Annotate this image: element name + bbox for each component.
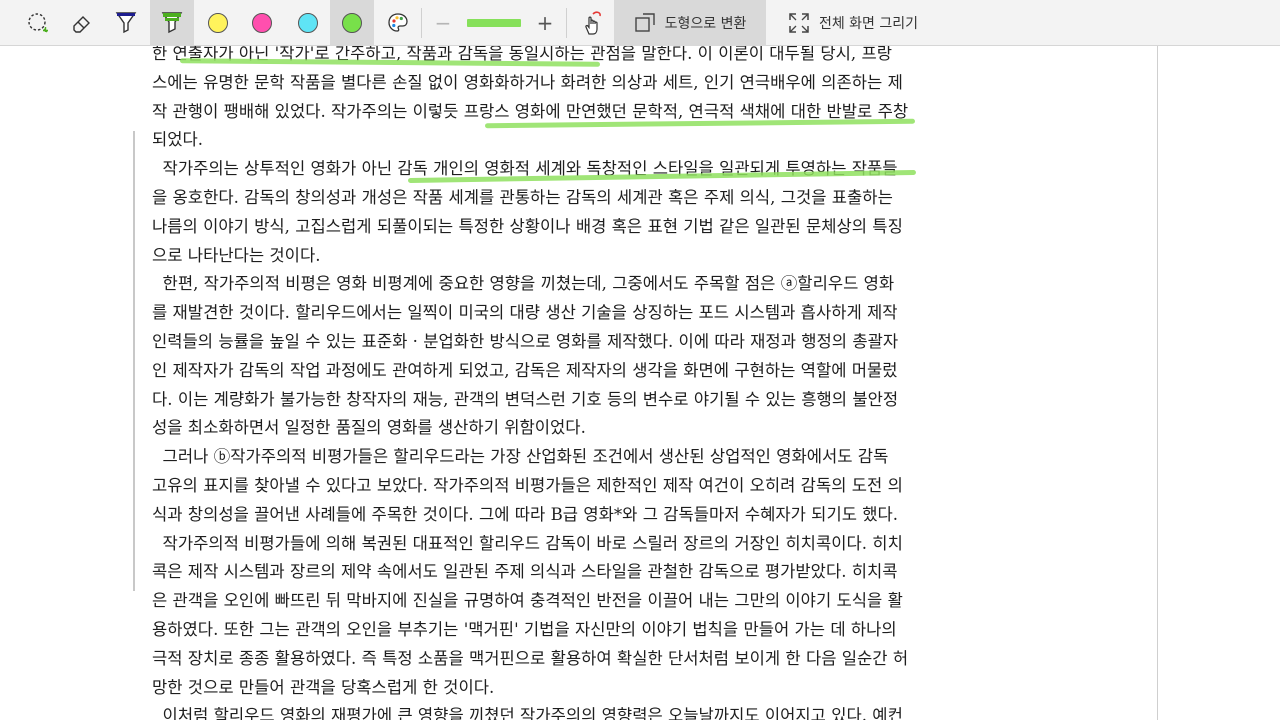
text-line: 식과 창의성을 끌어낸 사례들에 주목한 것이다. 그에 따라 B급 영화*와 … [152, 504, 899, 524]
convert-to-shape-button[interactable]: 도형으로 변환 [614, 0, 766, 46]
text-line: 으로 나타난다는 것이다. [152, 245, 321, 265]
drawing-toolbar: − + 도형으로 변환 전체 화면 그리기 [0, 0, 1280, 46]
thickness-increase-button[interactable]: + [530, 0, 560, 46]
swatch-cyan[interactable] [286, 0, 330, 46]
text-line: 용하였다. 또한 그는 관객의 오인을 부추기는 '맥거핀' 기법을 자신만의 … [152, 620, 897, 639]
scan-margin-line [133, 131, 135, 591]
text-line: 다. 이는 계량화가 불가능한 창작자의 재능, 관객의 변덕스런 기호 등의 … [152, 389, 899, 409]
text-line: 콕은 제작 시스템과 장르의 제약 속에서도 일관된 주제 의식과 스타일을 관… [152, 562, 898, 582]
text-line: 를 재발견한 것이다. 할리우드에서는 일찍이 미국의 대량 생산 기술을 상징… [152, 303, 898, 323]
convert-to-shape-label: 도형으로 변환 [664, 16, 747, 32]
eraser-icon [73, 16, 90, 33]
plus-icon: + [536, 11, 554, 35]
shapes-icon [634, 13, 655, 32]
touch-draw-icon [585, 11, 601, 35]
text-line: 한편, 작가주의적 비평은 영화 비평계에 중요한 영향을 끼쳤는데, 그중에서… [152, 274, 895, 294]
text-line: 극적 장치로 종종 활용하였다. 즉 특정 소품을 맥거핀으로 활용하여 확실한… [152, 648, 909, 668]
pen-icon [115, 12, 137, 34]
fullscreen-draw-button[interactable]: 전체 화면 그리기 [768, 0, 938, 46]
toolbar-separator [566, 8, 567, 38]
text-line: 나름의 이야기 방식, 고집스럽게 되풀이되는 특정한 상황이나 배경 혹은 표… [152, 216, 903, 236]
pen-button[interactable] [104, 0, 148, 46]
fullscreen-draw-label: 전체 화면 그리기 [818, 16, 919, 32]
text-line: 작가주의적 비평가들에 의해 복권된 대표적인 할리우드 감독이 바로 스릴러 … [152, 533, 903, 553]
highlighter-button[interactable] [150, 0, 194, 46]
text-line: 을 옹호한다. 감독의 창의성과 개성은 작품 세계를 관통하는 감독의 세계관… [152, 188, 893, 207]
text-line: 인력들의 능률을 높일 수 있는 표준화 · 분업화한 방식으로 영화를 제작했… [152, 332, 899, 351]
swatch-green[interactable] [330, 0, 374, 46]
toolbar-separator [421, 8, 422, 38]
document-canvas[interactable]: 한 연출자가 아닌 '작가'로 간주하고, 작품과 감독을 동일시하는 관점을 … [0, 46, 1280, 720]
touch-draw-button[interactable] [572, 0, 612, 46]
swatch-yellow[interactable] [196, 0, 240, 46]
eraser-button[interactable] [60, 0, 104, 46]
yellow-swatch-icon [208, 13, 228, 33]
swatch-pink[interactable] [240, 0, 284, 46]
palette-icon [388, 13, 408, 32]
lasso-select-button[interactable] [16, 0, 60, 46]
thickness-decrease-button[interactable]: − [428, 0, 458, 46]
color-palette-button[interactable] [376, 0, 420, 46]
text-line: 되었다. [152, 130, 204, 150]
text-line: 스에는 유명한 문학 작품을 별다른 손질 없이 영화화하거나 화려한 의상과 … [152, 72, 903, 92]
text-line: 성을 최소화하면서 일정한 품질의 영화를 생산하기 위함이었다. [152, 418, 586, 438]
thickness-preview [467, 19, 521, 27]
cyan-swatch-icon [298, 13, 318, 33]
page-edge [1157, 46, 1158, 720]
text-line: 이처럼 할리우드 영화의 재평가에 큰 영향을 끼쳤던 작가주의의 영향력은 오… [152, 706, 903, 720]
text-line: 인 제작자가 감독의 작업 과정에도 관여하게 되었고, 감독은 제작자의 생각… [152, 360, 898, 380]
text-line: 은 관객을 오인에 빠뜨린 뒤 막바지에 진실을 규명하여 충격적인 반전을 이… [152, 591, 903, 611]
text-line: 그러나 ⓑ작가주의적 비평가들은 할리우드라는 가장 산업화된 조건에서 생산된… [152, 447, 889, 467]
fullscreen-icon [789, 13, 809, 33]
text-line: 망한 것으로 만들어 관객을 당혹스럽게 한 것이다. [152, 677, 495, 697]
highlighter-icon [161, 12, 183, 34]
text-line: 고유의 표지를 찾아낼 수 있다고 보았다. 작가주의적 비평가들은 제한적인 … [152, 476, 903, 495]
lasso-select-icon [28, 13, 48, 33]
pink-swatch-icon [252, 13, 272, 33]
minus-icon: − [434, 11, 452, 35]
green-swatch-icon [342, 13, 362, 33]
